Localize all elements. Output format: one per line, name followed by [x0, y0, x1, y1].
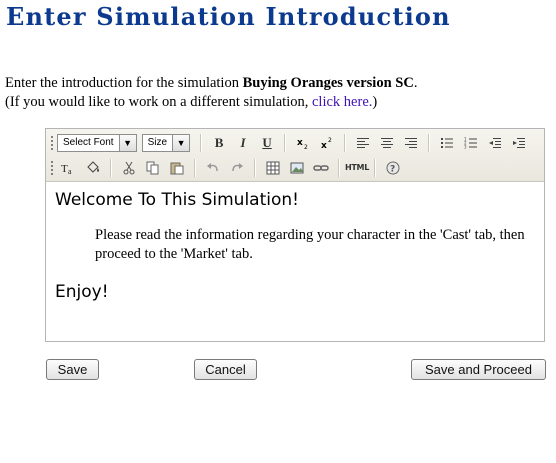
- content-welcome: Welcome To This Simulation!: [55, 190, 299, 210]
- align-right-icon: [405, 137, 418, 148]
- subscript-icon: x2: [297, 138, 308, 149]
- intro-prefix: Enter the introduction for the simulatio…: [5, 75, 243, 91]
- cut-button[interactable]: [119, 158, 139, 178]
- save-and-proceed-button[interactable]: Save and Proceed: [411, 359, 546, 380]
- chevron-down-icon: ▼: [118, 134, 136, 151]
- text-color-button[interactable]: Ta: [59, 158, 79, 178]
- svg-text:3: 3: [464, 144, 467, 149]
- toolbar-separator: [428, 133, 431, 152]
- html-source-button[interactable]: HTML: [345, 158, 369, 178]
- align-center-icon: [381, 137, 394, 148]
- toolbar-row-1: Select Font ▼ Size ▼ B I U x2 x2 1 2 3: [46, 130, 531, 155]
- copy-icon: [146, 161, 159, 174]
- numbered-list-icon: 123: [464, 137, 478, 149]
- simulation-name: Buying Oranges version SC: [242, 75, 414, 91]
- link-icon: [313, 164, 329, 171]
- svg-text:a: a: [68, 167, 72, 175]
- intro-text: Enter the introduction for the simulatio…: [5, 74, 417, 112]
- insert-image-button[interactable]: [287, 158, 307, 178]
- table-icon: [266, 161, 280, 174]
- help-button[interactable]: ?: [383, 158, 403, 178]
- superscript-icon: x2: [321, 137, 332, 149]
- editor-content[interactable]: Welcome To This Simulation! Please read …: [46, 182, 544, 341]
- toolbar-separator: [374, 158, 376, 177]
- intro-suffix: .: [413, 75, 418, 91]
- paint-bucket-icon: [87, 160, 99, 173]
- insert-table-button[interactable]: [263, 158, 283, 178]
- subscript-button[interactable]: x2: [293, 133, 313, 153]
- svg-text:T: T: [61, 163, 68, 175]
- toolbar-separator: [254, 158, 256, 177]
- svg-text:x: x: [321, 141, 327, 149]
- toolbar-separator: [194, 158, 196, 177]
- toolbar-grip-icon[interactable]: [50, 134, 54, 151]
- svg-text:x: x: [297, 138, 303, 148]
- toolbar-separator: [338, 158, 340, 177]
- paste-button[interactable]: [167, 158, 187, 178]
- bullet-list-button[interactable]: [437, 133, 457, 153]
- align-left-icon: [357, 137, 370, 148]
- toolbar-row-2: Ta HTML ?: [46, 155, 405, 180]
- toolbar-separator: [200, 133, 203, 152]
- superscript-button[interactable]: x2: [317, 133, 337, 153]
- size-select-label: Size: [147, 136, 168, 148]
- italic-button[interactable]: I: [233, 133, 253, 153]
- svg-text:2: 2: [328, 137, 332, 144]
- align-center-button[interactable]: [377, 133, 397, 153]
- chevron-down-icon: ▼: [172, 134, 190, 151]
- content-closing: Enjoy!: [55, 282, 109, 302]
- svg-text:?: ?: [390, 164, 395, 174]
- indent-icon: [513, 137, 526, 148]
- click-here-link[interactable]: click here.: [312, 94, 372, 110]
- outdent-icon: [489, 137, 502, 148]
- toolbar-separator: [110, 158, 112, 177]
- help-icon: ?: [386, 161, 400, 174]
- image-icon: [290, 162, 304, 173]
- paste-icon: [170, 162, 184, 174]
- align-left-button[interactable]: [353, 133, 373, 153]
- svg-text:2: 2: [304, 144, 308, 149]
- insert-link-button[interactable]: [311, 158, 331, 178]
- toolbar-separator: [344, 133, 347, 152]
- save-button[interactable]: Save: [46, 359, 99, 380]
- switch-prefix: (If you would like to work on a differen…: [5, 94, 312, 110]
- copy-button[interactable]: [143, 158, 163, 178]
- outdent-button[interactable]: [485, 133, 505, 153]
- font-select[interactable]: Select Font ▼: [57, 133, 137, 152]
- redo-icon: [232, 162, 243, 171]
- switch-suffix: ): [372, 94, 378, 110]
- underline-button[interactable]: U: [257, 133, 277, 153]
- font-select-label: Select Font: [63, 136, 114, 148]
- content-body: Please read the information regarding yo…: [95, 227, 525, 262]
- scissors-icon: [123, 161, 135, 174]
- align-right-button[interactable]: [401, 133, 421, 153]
- undo-icon: [207, 162, 218, 171]
- size-select[interactable]: Size ▼: [141, 133, 191, 152]
- background-color-button[interactable]: [83, 158, 103, 178]
- rich-text-editor: Select Font ▼ Size ▼ B I U x2 x2 1 2 3 T…: [45, 128, 545, 342]
- toolbar-separator: [284, 133, 287, 152]
- undo-button[interactable]: [203, 158, 223, 178]
- text-color-icon: Ta: [61, 163, 72, 175]
- toolbar-grip-icon[interactable]: [50, 159, 54, 176]
- intro-line-1: Enter the introduction for the simulatio…: [5, 74, 417, 93]
- bullet-list-icon: [441, 137, 454, 148]
- editor-toolbar: Select Font ▼ Size ▼ B I U x2 x2 1 2 3 T…: [46, 129, 544, 182]
- numbered-list-button[interactable]: 123: [461, 133, 481, 153]
- redo-button[interactable]: [227, 158, 247, 178]
- page-title: Enter Simulation Introduction: [6, 2, 451, 31]
- cancel-button[interactable]: Cancel: [194, 359, 257, 380]
- intro-line-2: (If you would like to work on a differen…: [5, 93, 417, 112]
- bold-button[interactable]: B: [209, 133, 229, 153]
- indent-button[interactable]: [509, 133, 529, 153]
